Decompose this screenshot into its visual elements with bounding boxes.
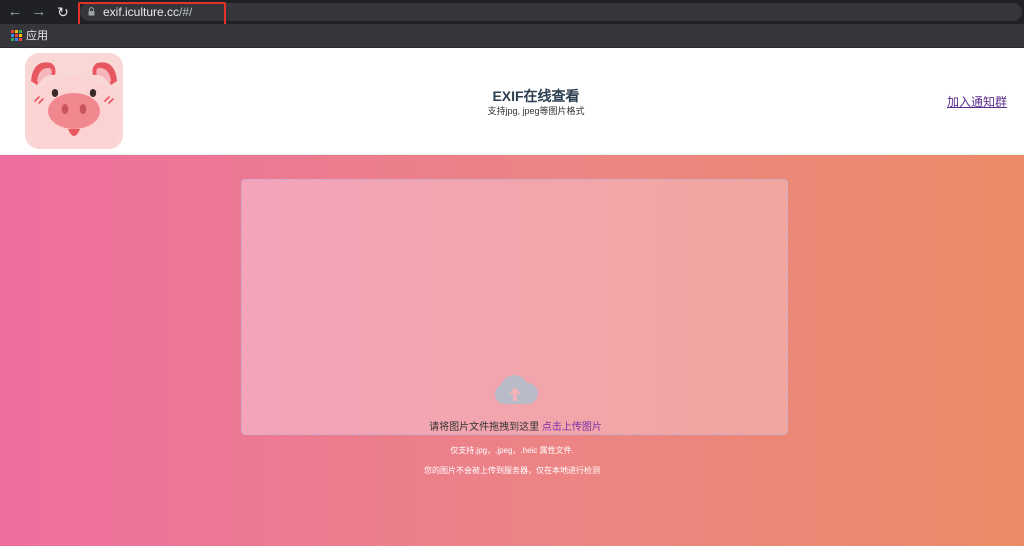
join-notification-group-link[interactable]: 加入通知群 [947, 94, 1007, 110]
bookmarks-bar [0, 24, 1024, 48]
main-content: 请将图片文件拖拽到这里 点击上传图片 仅支持.jpg，.jpeg，.heic 属… [0, 155, 1024, 546]
supported-formats-note: 仅支持.jpg，.jpeg，.heic 属性文件. [450, 446, 574, 455]
upload-dropzone[interactable]: 请将图片文件拖拽到这里 点击上传图片 [241, 179, 788, 435]
url-highlight-box [78, 2, 226, 26]
page-title: EXIF在线查看 [492, 88, 580, 104]
cloud-upload-icon[interactable] [492, 372, 538, 406]
apps-grid-icon[interactable] [11, 30, 22, 41]
click-upload-link[interactable]: 点击上传图片 [542, 422, 602, 433]
browser-toolbar: ← → ↻ exif.iculture.cc/#/ [0, 0, 1024, 26]
forward-arrow-icon[interactable]: → [30, 3, 48, 21]
site-header: EXIF在线查看 支持jpg, jpeg等图片格式 加入通知群 [0, 49, 1024, 155]
reload-icon[interactable]: ↻ [54, 3, 72, 21]
dropzone-instructions: 请将图片文件拖拽到这里 点击上传图片 [242, 422, 789, 434]
pig-logo-icon[interactable] [25, 53, 123, 149]
bookmark-apps-label[interactable]: 应用 [26, 29, 48, 43]
drop-hint-text: 请将图片文件拖拽到这里 [429, 422, 542, 433]
privacy-note: 您的图片不会被上传到服务器，仅在本地进行检测 [424, 466, 600, 475]
back-arrow-icon[interactable]: ← [6, 3, 24, 21]
page-subtitle: 支持jpg, jpeg等图片格式 [487, 106, 585, 116]
